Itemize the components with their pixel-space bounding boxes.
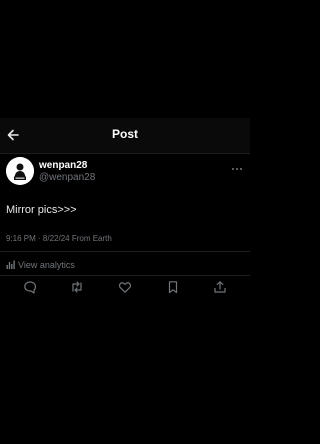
author-handle[interactable]: @wenpan28 (39, 172, 95, 183)
bookmark-icon[interactable] (166, 280, 180, 294)
heart-icon[interactable] (118, 280, 132, 294)
view-analytics-link[interactable]: View analytics (6, 259, 75, 271)
page-title: Post (111, 127, 138, 141)
more-horizontal-icon[interactable] (231, 160, 243, 170)
post-text: Mirror pics>>> (6, 204, 77, 216)
author-display-name[interactable]: wenpan28 (39, 160, 87, 171)
repost-icon[interactable] (70, 280, 84, 294)
share-icon[interactable] (213, 280, 227, 294)
reply-icon[interactable] (23, 280, 37, 294)
meta-divider (0, 251, 250, 252)
header-divider (0, 153, 250, 154)
post-header-bar: Post (0, 118, 250, 153)
analytics-divider (0, 275, 250, 276)
bar-chart-icon (6, 260, 15, 271)
avatar[interactable] (6, 157, 34, 185)
post-timestamp: 9:16 PM · 8/22/24 From Earth (6, 234, 112, 243)
view-analytics-label: View analytics (18, 260, 75, 270)
